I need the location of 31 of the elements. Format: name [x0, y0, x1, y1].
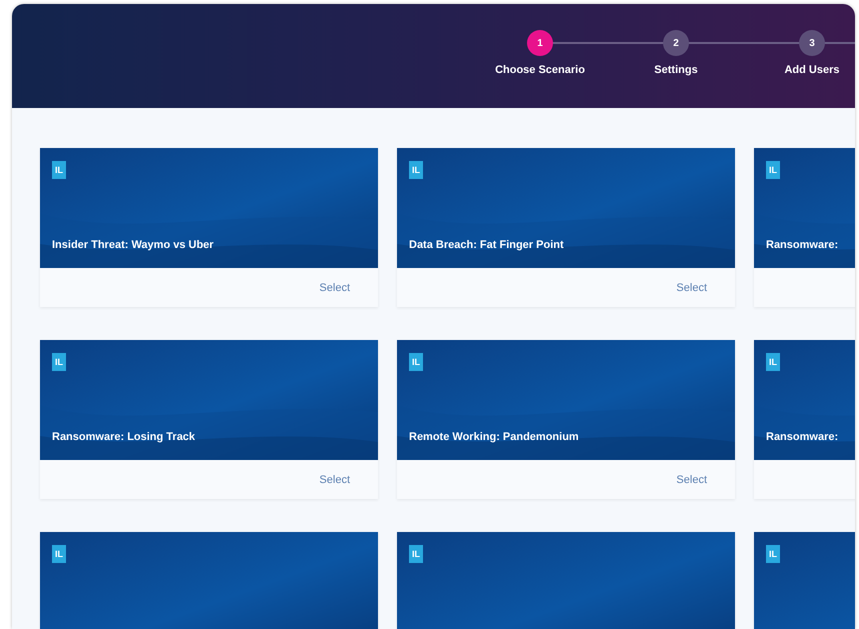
logo-badge: IL [52, 353, 66, 371]
step-circle[interactable]: 3 [799, 30, 825, 56]
logo-badge: IL [766, 161, 780, 179]
select-link[interactable]: Select [319, 282, 350, 294]
card-title: Insider Threat: Waymo vs Uber [52, 239, 215, 251]
logo-badge: IL [52, 545, 66, 563]
step-label: Add Users [784, 64, 840, 76]
step-circle[interactable]: 2 [663, 30, 689, 56]
select-link[interactable]: Select [676, 474, 707, 486]
scenario-card[interactable]: IL Data Breach: Fat Finger Point Select [397, 148, 735, 307]
scenario-card[interactable]: IL Remote Working: Pandemonium Select [397, 340, 735, 499]
scenario-card[interactable]: IL Ransomware: Losing Track Select [40, 340, 378, 499]
step-label: Settings [654, 64, 698, 76]
scenario-card[interactable]: IL Ransomware: [754, 148, 855, 307]
logo-badge: IL [766, 353, 780, 371]
logo-badge: IL [52, 161, 66, 179]
select-link[interactable]: Select [319, 474, 350, 486]
card-title: Remote Working: Pandemonium [409, 431, 580, 443]
card-title: Ransomware: [766, 239, 840, 251]
card-title: Ransomware: [766, 431, 840, 443]
logo-badge: IL [766, 545, 780, 563]
card-title: Ransomware: Losing Track [52, 431, 196, 443]
step-label: Choose Scenario [495, 64, 585, 76]
logo-badge: IL [409, 161, 423, 179]
card-title: Data Breach: Fat Finger Point [409, 239, 565, 251]
select-link[interactable]: Select [676, 282, 707, 294]
logo-badge: IL [409, 353, 423, 371]
scenario-card[interactable]: IL Insider Threat: Waymo vs Uber Select [40, 148, 378, 307]
scenario-card[interactable]: IL Ransomware: [754, 340, 855, 499]
step-circle[interactable]: 1 [527, 30, 553, 56]
logo-badge: IL [409, 545, 423, 563]
